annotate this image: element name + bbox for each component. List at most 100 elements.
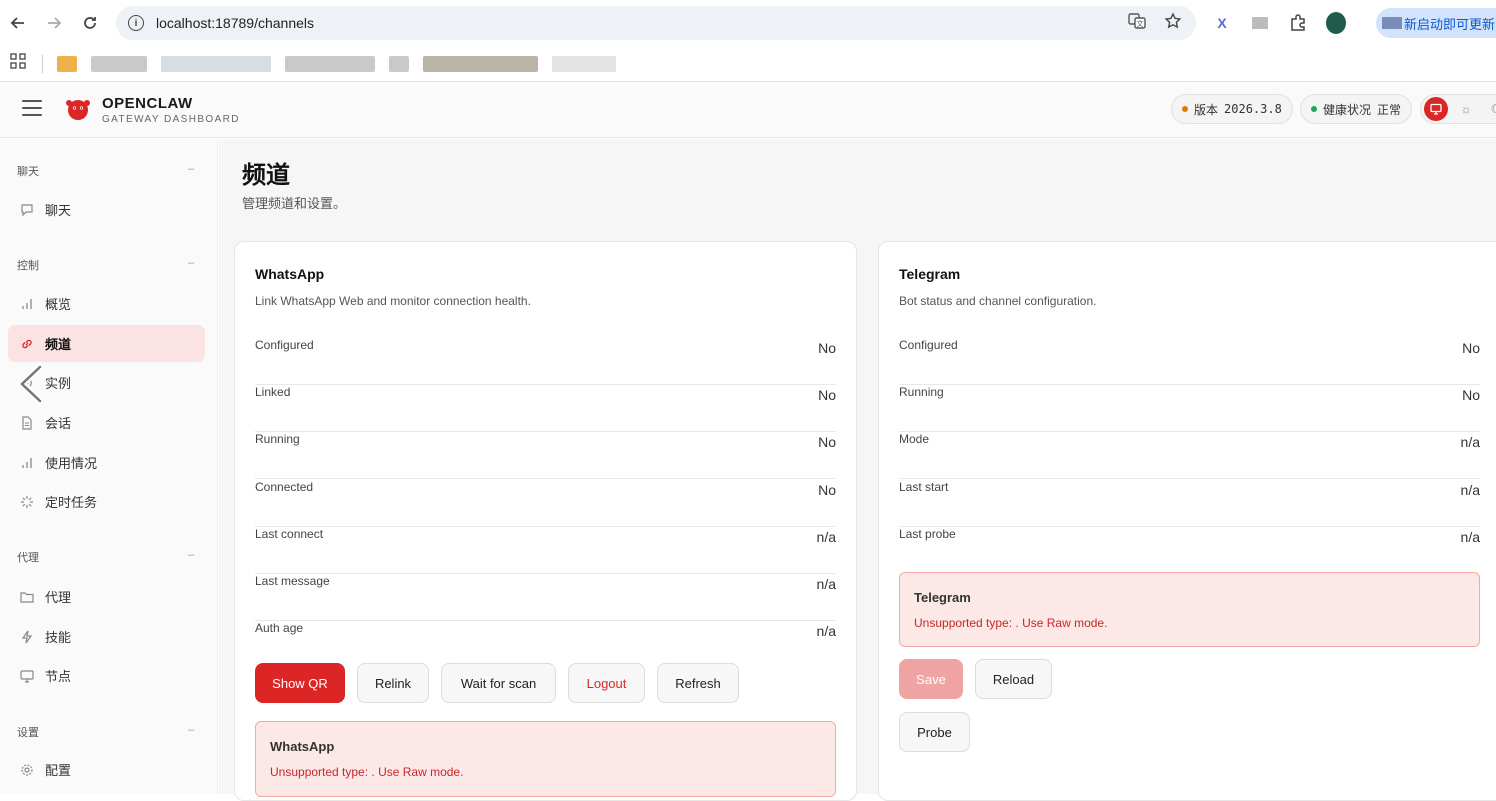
telegram-error-alert: Telegram Unsupported type: . Use Raw mod… xyxy=(899,572,1480,647)
extension-screen-icon[interactable] xyxy=(1250,13,1270,33)
wait-for-scan-button[interactable]: Wait for scan xyxy=(441,663,556,703)
app-header: OPENCLAW GATEWAY DASHBOARD 版本 2026.3.8 健… xyxy=(0,82,1496,138)
status-key: Auth age xyxy=(255,621,304,635)
address-bar[interactable]: i localhost:18789/channels 文 xyxy=(116,6,1196,40)
sidebar-item-label: 聊天 xyxy=(45,203,72,218)
sidebar-item-label: 会话 xyxy=(45,416,72,431)
version-badge: 版本 2026.3.8 xyxy=(1171,94,1293,124)
bookmark-item[interactable] xyxy=(57,55,77,72)
openclaw-logo-icon xyxy=(66,100,90,120)
sidebar-item-usage[interactable]: 使用情况 xyxy=(8,444,205,481)
version-status-dot xyxy=(1182,106,1188,112)
health-label: 健康状况 xyxy=(1323,102,1372,117)
sidebar-item-label: 技能 xyxy=(45,630,72,645)
system-theme-monitor-icon[interactable] xyxy=(1424,97,1448,121)
status-row: Auth age n/a xyxy=(255,621,836,668)
status-key: Connected xyxy=(255,480,314,494)
update-button[interactable]: 新启动即可更新 xyxy=(1376,8,1496,38)
sidebar-item-cron[interactable]: 定时任务 xyxy=(8,483,205,520)
gear-icon xyxy=(19,762,35,778)
sidebar-item-label: 频道 xyxy=(45,337,72,352)
status-key: Configured xyxy=(899,338,958,352)
logout-button[interactable]: Logout xyxy=(568,663,645,703)
bookmark-item[interactable] xyxy=(389,55,409,72)
alert-message: Unsupported type: . Use Raw mode. xyxy=(914,616,1108,630)
chevron-left-icon[interactable] xyxy=(16,364,46,404)
link-icon xyxy=(19,336,35,352)
show-qr-button[interactable]: Show QR xyxy=(255,663,345,703)
bookmarks-divider xyxy=(42,54,43,73)
reload-icon[interactable] xyxy=(72,5,108,41)
dark-theme-moon-icon[interactable]: ☾ xyxy=(1484,97,1496,121)
status-row: Running No xyxy=(899,385,1480,432)
bookmark-item[interactable] xyxy=(285,55,375,72)
bookmarks-bar xyxy=(0,46,1496,82)
document-icon xyxy=(19,415,35,431)
bookmark-star-icon[interactable] xyxy=(1164,11,1182,35)
extension-x-icon[interactable]: X xyxy=(1212,13,1232,33)
status-key: Last probe xyxy=(899,527,956,541)
sidebar-group-title: 代理 xyxy=(17,552,39,564)
whatsapp-card: WhatsApp Link WhatsApp Web and monitor c… xyxy=(234,241,857,801)
save-button[interactable]: Save xyxy=(899,659,963,699)
page-title: 频道 xyxy=(242,162,290,189)
card-title: WhatsApp xyxy=(255,266,325,282)
sidebar-item-skills[interactable]: 技能 xyxy=(8,618,205,655)
forward-arrow-icon[interactable] xyxy=(36,5,72,41)
sidebar-item-chat[interactable]: 聊天 xyxy=(8,191,205,228)
profile-avatar-icon[interactable] xyxy=(1326,12,1346,34)
collapse-icon[interactable]: – xyxy=(188,257,194,269)
sidebar-group-title: 控制 xyxy=(17,260,39,272)
status-row: Connected No xyxy=(255,480,836,527)
bookmark-item[interactable] xyxy=(91,55,147,72)
status-row: Configured No xyxy=(255,338,836,385)
status-key: Mode xyxy=(899,432,930,446)
menu-toggle-icon[interactable] xyxy=(22,100,42,116)
collapse-icon[interactable]: – xyxy=(188,549,194,561)
page-subtitle: 管理频道和设置。 xyxy=(242,196,347,211)
status-value: n/a xyxy=(816,576,836,592)
apps-grid-icon[interactable] xyxy=(8,53,28,74)
card-title: Telegram xyxy=(899,266,961,282)
refresh-button[interactable]: Refresh xyxy=(657,663,739,703)
update-label: 新启动即可更新 xyxy=(1404,16,1496,32)
collapse-icon[interactable]: – xyxy=(188,163,194,175)
bookmark-item[interactable] xyxy=(161,55,271,72)
status-key: Configured xyxy=(255,338,314,352)
probe-button[interactable]: Probe xyxy=(899,712,970,752)
status-value: n/a xyxy=(816,623,836,639)
relink-button[interactable]: Relink xyxy=(357,663,429,703)
bookmark-item[interactable] xyxy=(552,55,616,72)
sidebar-item-sessions[interactable]: 会话 xyxy=(8,404,205,441)
sidebar-item-config[interactable]: 配置 xyxy=(8,751,205,788)
back-arrow-icon[interactable] xyxy=(0,5,36,41)
whatsapp-error-alert: WhatsApp Unsupported type: . Use Raw mod… xyxy=(255,721,836,797)
puzzle-icon[interactable] xyxy=(1288,13,1308,33)
status-row: Linked No xyxy=(255,385,836,432)
lightning-icon xyxy=(19,629,35,645)
sidebar-item-overview[interactable]: 概览 xyxy=(8,285,205,322)
status-key: Last connect xyxy=(255,527,324,541)
sidebar-item-label: 定时任务 xyxy=(45,495,98,510)
brand-title: OPENCLAW xyxy=(102,95,193,112)
site-info-icon[interactable]: i xyxy=(128,15,144,31)
monitor-icon xyxy=(19,668,35,684)
health-value: 正常 xyxy=(1377,102,1402,117)
light-theme-sun-icon[interactable]: ☼ xyxy=(1454,97,1478,121)
translate-icon[interactable]: 文 xyxy=(1128,12,1146,35)
reload-button[interactable]: Reload xyxy=(975,659,1052,699)
sidebar-item-agents[interactable]: 代理 xyxy=(8,578,205,615)
status-value: n/a xyxy=(1460,529,1480,545)
sidebar-item-nodes[interactable]: 节点 xyxy=(8,657,205,694)
version-label: 版本 xyxy=(1194,102,1219,117)
sidebar-item-label: 使用情况 xyxy=(45,456,98,471)
collapse-icon[interactable]: – xyxy=(188,724,194,736)
chat-bubble-icon xyxy=(19,202,35,218)
sidebar-item-channels[interactable]: 频道 xyxy=(8,325,205,362)
bookmark-item[interactable] xyxy=(423,55,538,72)
status-value: No xyxy=(818,340,836,356)
status-key: Running xyxy=(899,385,944,399)
sidebar-item-label: 配置 xyxy=(45,763,72,778)
status-row: Mode n/a xyxy=(899,432,1480,479)
status-key: Last message xyxy=(255,574,330,588)
